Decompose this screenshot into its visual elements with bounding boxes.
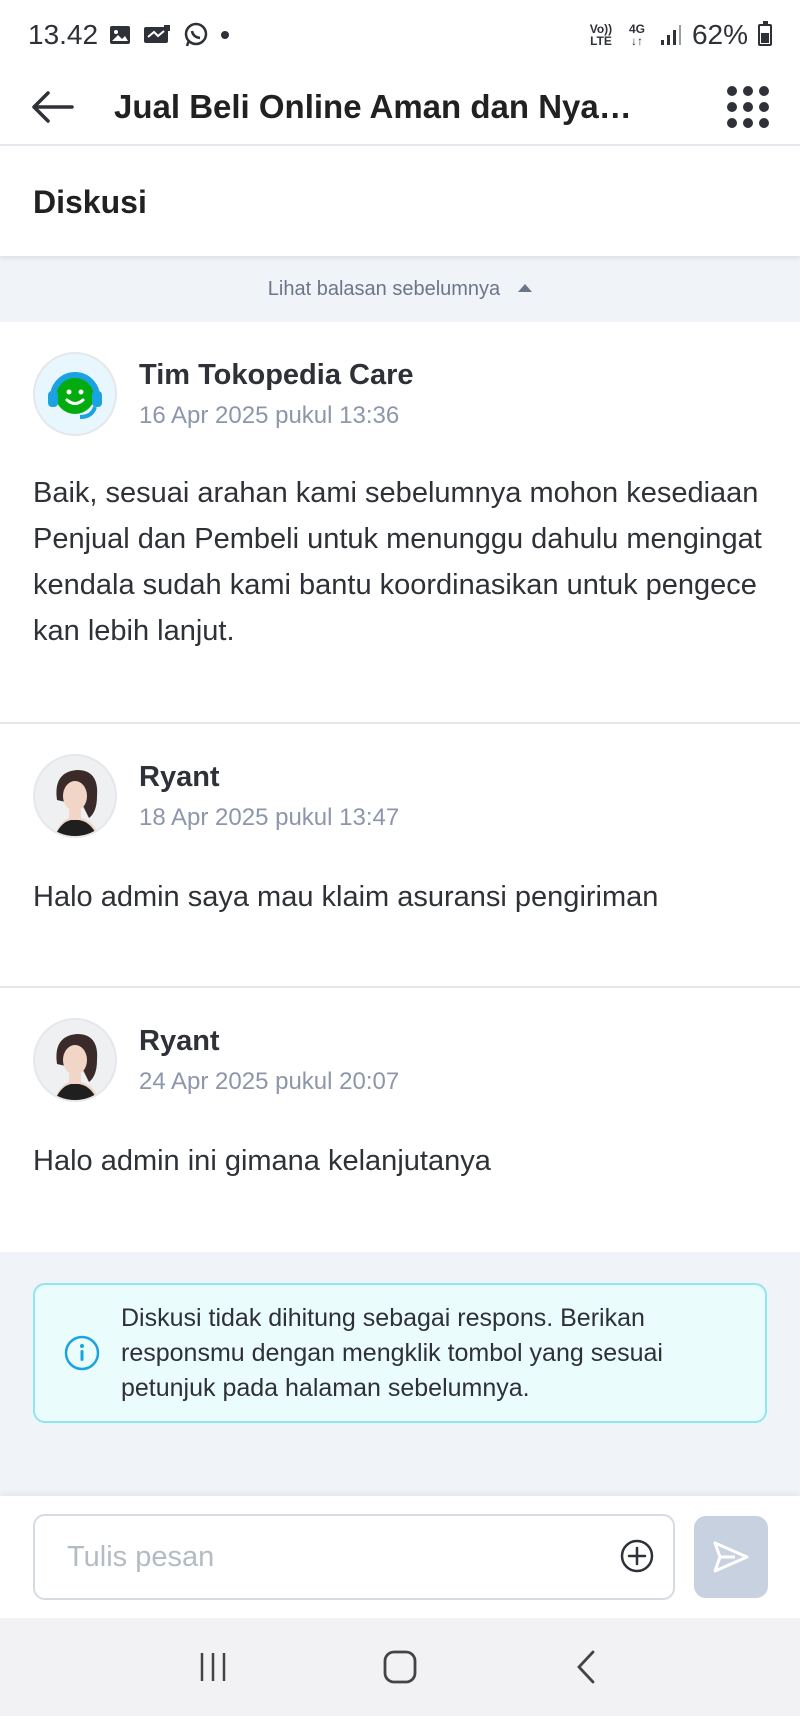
message-header: Ryant 18 Apr 2025 pukul 13:47 — [33, 754, 399, 838]
section-title: Diskusi — [0, 148, 800, 256]
load-previous-replies[interactable]: Lihat balasan sebelumnya — [0, 256, 800, 322]
grid-menu-button[interactable] — [726, 85, 770, 129]
avatar-ryant — [33, 1018, 117, 1102]
battery-icon — [758, 21, 772, 46]
message-author: Ryant — [139, 1024, 220, 1057]
send-icon — [713, 1541, 749, 1573]
status-right: Vo)) LTE 4G ↓↑ 62% — [588, 19, 772, 51]
info-banner: Diskusi tidak dihitung sebagai respons. … — [33, 1283, 767, 1423]
volte-indicator: Vo)) LTE — [588, 23, 614, 47]
status-left: 13.42 — [28, 19, 230, 51]
chevron-left-icon — [576, 1650, 595, 1684]
dot-icon — [220, 30, 230, 40]
message-input[interactable] — [33, 1514, 675, 1600]
recent-apps-icon — [201, 1653, 226, 1681]
app-header: Jual Beli Online Aman dan Nyaman — [0, 70, 800, 146]
back-button[interactable] — [30, 82, 80, 132]
info-area: Diskusi tidak dihitung sebagai respons. … — [0, 1252, 800, 1496]
caret-up-icon — [518, 284, 533, 292]
battery-percent: 62% — [691, 19, 748, 50]
tokopedia-care-logo-icon — [48, 372, 102, 419]
data-arrows-icon: ↓↑ — [630, 34, 643, 48]
status-time: 13.42 — [28, 19, 99, 50]
message-author: Ryant — [139, 760, 220, 793]
message-meta: Ryant 24 Apr 2025 pukul 20:07 — [139, 1025, 399, 1096]
message-meta: Ryant 18 Apr 2025 pukul 13:47 — [139, 761, 399, 832]
message-header: Tim Tokopedia Care 16 Apr 2025 pukul 13:… — [33, 352, 414, 436]
message-text: Baik, sesuai arahan kami sebelumnya moho… — [33, 477, 762, 647]
message-composer — [0, 1496, 800, 1618]
message-author: Tim Tokopedia Care — [139, 358, 414, 391]
message-header: Ryant 24 Apr 2025 pukul 20:07 — [33, 1018, 399, 1102]
home-button[interactable] — [370, 1637, 430, 1697]
gallery-icon — [108, 23, 132, 47]
attach-button[interactable] — [617, 1536, 657, 1576]
signal-icon — [660, 23, 682, 47]
avatar-tokopedia-care — [33, 352, 117, 436]
page-title: Jual Beli Online Aman dan Nyaman — [114, 88, 654, 125]
whatsapp-icon — [182, 21, 210, 49]
message-time: 16 Apr 2025 pukul 13:36 — [139, 401, 400, 429]
discussion-message: Tim Tokopedia Care 16 Apr 2025 pukul 13:… — [0, 322, 800, 724]
load-previous-label: Lihat balasan sebelumnya — [267, 277, 501, 300]
network-type-indicator: 4G ↓↑ — [624, 23, 650, 47]
system-nav-bar — [0, 1618, 800, 1716]
message-meta: Tim Tokopedia Care 16 Apr 2025 pukul 13:… — [139, 359, 414, 430]
avatar-ryant — [33, 754, 117, 838]
status-bar: 13.42 Vo)) LTE 4G ↓↑ 62% — [0, 0, 800, 70]
arrow-left-icon — [32, 91, 74, 123]
info-text: Diskusi tidak dihitung sebagai respons. … — [121, 1303, 663, 1402]
send-button[interactable] — [694, 1516, 768, 1598]
home-icon — [383, 1650, 417, 1684]
info-icon — [63, 1334, 101, 1372]
user-avatar-icon — [35, 1020, 115, 1100]
volte-bottom: LTE — [590, 34, 612, 48]
system-back-button[interactable] — [557, 1637, 617, 1697]
message-text: Halo admin saya mau klaim asuransi pengi… — [33, 881, 659, 913]
plus-circle-icon — [620, 1539, 654, 1573]
message-text: Halo admin ini gimana kelanjutanya — [33, 1145, 491, 1177]
sync-icon — [142, 23, 172, 47]
discussion-message: Ryant 18 Apr 2025 pukul 13:47 Halo admin… — [0, 724, 800, 988]
user-avatar-icon — [35, 756, 115, 836]
grid-menu-icon — [727, 86, 737, 96]
message-time: 18 Apr 2025 pukul 13:47 — [139, 803, 400, 831]
recent-apps-button[interactable] — [183, 1637, 243, 1697]
discussion-message: Ryant 24 Apr 2025 pukul 20:07 Halo admin… — [0, 988, 800, 1252]
message-time: 24 Apr 2025 pukul 20:07 — [139, 1067, 400, 1095]
